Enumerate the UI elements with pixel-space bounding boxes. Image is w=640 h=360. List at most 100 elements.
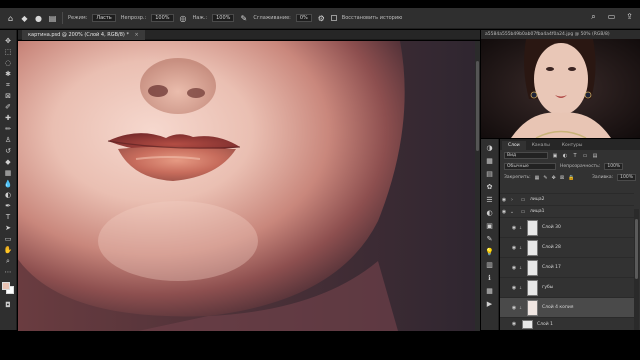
type-tool-icon[interactable]: T — [3, 212, 14, 223]
layer-group[interactable]: ◉ ⌄ ▭ лица1 — [500, 205, 634, 217]
layer-row-selected[interactable]: ◉ ↓ Слой 4 копия — [500, 297, 634, 317]
scrollbar-thumb[interactable] — [635, 219, 638, 279]
document-tab[interactable]: картина.psd @ 200% (Слой 4, RGB/8) * × — [22, 30, 145, 40]
libraries-panel-icon[interactable]: ▣ — [485, 221, 495, 231]
layer-filter-select[interactable]: Вид — [504, 152, 548, 159]
filter-smart-icon[interactable]: ▤ — [592, 153, 598, 159]
eraser-tool-icon[interactable]: ◆ — [3, 157, 14, 168]
brush-tool-icon[interactable]: ✏ — [3, 124, 14, 135]
close-icon[interactable]: × — [135, 32, 139, 38]
quick-select-tool-icon[interactable]: ✱ — [3, 69, 14, 80]
marquee-tool-icon[interactable]: ⬚ — [3, 47, 14, 58]
clip-icon: ↓ — [518, 285, 523, 290]
layer-row[interactable]: ◉ Слой 1 — [500, 317, 634, 330]
eyedropper-tool-icon[interactable]: ✐ — [3, 102, 14, 113]
eye-icon[interactable]: ◉ — [510, 305, 518, 311]
layer-row[interactable]: ◉ ↓ Слой 17 — [500, 257, 634, 277]
gear-icon[interactable]: ⚙ — [317, 14, 326, 23]
healing-tool-icon[interactable]: ✚ — [3, 113, 14, 124]
filter-shape-icon[interactable]: ▭ — [582, 153, 588, 159]
tab-layers[interactable]: Слои — [502, 141, 526, 150]
lock-pixels-icon[interactable]: ▦ — [535, 175, 540, 181]
eye-icon[interactable]: ◉ — [510, 245, 518, 251]
lasso-tool-icon[interactable]: ◌ — [3, 58, 14, 69]
share-icon[interactable]: ⇪ — [625, 12, 634, 21]
actions-panel-icon[interactable]: ▶ — [485, 299, 495, 309]
lightbulb-icon[interactable]: 💡 — [485, 247, 495, 257]
workspace-icon[interactable]: ▭ — [607, 12, 616, 21]
opacity-field[interactable]: 100% — [151, 14, 174, 22]
eye-icon[interactable]: ◉ — [510, 285, 518, 291]
restore-history-checkbox[interactable] — [330, 15, 337, 21]
blur-tool-icon[interactable]: 💧 — [3, 179, 14, 190]
zoom-tool-icon[interactable]: ⌕ — [3, 256, 14, 267]
home-icon[interactable]: ⌂ — [6, 14, 15, 23]
eye-icon[interactable]: ◉ — [510, 265, 518, 271]
foreground-color[interactable] — [2, 282, 10, 290]
color-panel-icon[interactable]: ◑ — [485, 143, 495, 153]
move-tool-icon[interactable]: ✥ — [3, 36, 14, 47]
lock-paint-icon[interactable]: ✎ — [543, 175, 547, 181]
more-tools-icon[interactable]: ⋯ — [3, 267, 14, 278]
path-select-tool-icon[interactable]: ➤ — [3, 223, 14, 234]
eye-icon[interactable]: ◉ — [500, 197, 508, 203]
blend-mode-select[interactable]: Обычные — [504, 163, 556, 170]
pressure-opacity-icon[interactable]: ◎ — [179, 14, 188, 23]
brush-panel-icon[interactable]: ✎ — [485, 234, 495, 244]
color-swatches[interactable] — [2, 282, 14, 294]
airbrush-icon[interactable]: ✎ — [239, 14, 248, 23]
eye-icon[interactable]: ◉ — [510, 321, 518, 327]
layer-opacity-field[interactable]: 100% — [604, 163, 624, 170]
frame-tool-icon[interactable]: ⊠ — [3, 91, 14, 102]
chevron-right-icon[interactable]: › — [508, 197, 516, 203]
eye-icon[interactable]: ◉ — [500, 209, 508, 215]
canvas-vertical-scrollbar[interactable] — [475, 41, 480, 331]
hand-tool-icon[interactable]: ✋ — [3, 245, 14, 256]
properties-panel-icon[interactable]: ☰ — [485, 195, 495, 205]
filter-pixel-icon[interactable]: ▣ — [552, 153, 558, 159]
eraser-tool-icon[interactable]: ◆ — [20, 14, 29, 23]
panel-icon-strip: ◑ ▦ ▤ ✿ ☰ ◐ ▣ ✎ 💡 ▥ ℹ ▦ ▶ — [481, 139, 499, 330]
lock-artboard-icon[interactable]: ⊠ — [560, 175, 564, 181]
swatches-panel-icon[interactable]: ▦ — [485, 156, 495, 166]
history-brush-tool-icon[interactable]: ↺ — [3, 146, 14, 157]
layer-name: Слой 17 — [542, 265, 561, 270]
grid-panel-icon[interactable]: ▦ — [485, 286, 495, 296]
shape-tool-icon[interactable]: ▭ — [3, 234, 14, 245]
gradient-panel-icon[interactable]: ▤ — [485, 169, 495, 179]
patterns-panel-icon[interactable]: ✿ — [485, 182, 495, 192]
flow-field[interactable]: 100% — [212, 14, 235, 22]
document-canvas[interactable] — [18, 41, 475, 331]
filter-adjust-icon[interactable]: ◐ — [562, 153, 568, 159]
search-icon[interactable]: ⌕ — [589, 12, 598, 21]
gradient-tool-icon[interactable]: ▦ — [3, 168, 14, 179]
eye-icon[interactable]: ◉ — [510, 225, 518, 231]
dodge-tool-icon[interactable]: ◐ — [3, 190, 14, 201]
layers-scrollbar[interactable] — [634, 209, 639, 330]
quick-mask-icon[interactable]: ◘ — [3, 300, 14, 311]
layer-row[interactable]: ◉ ↓ Слой 30 — [500, 217, 634, 237]
layer-filter-row: Вид ▣ ◐ T ▭ ▤ — [500, 150, 640, 161]
lock-all-icon[interactable]: 🔒 — [568, 175, 574, 181]
layer-row[interactable]: ◉ ↓ Слой 28 — [500, 237, 634, 257]
pen-tool-icon[interactable]: ✒ — [3, 201, 14, 212]
mode-select[interactable]: Ласть — [92, 14, 116, 22]
smoothing-field[interactable]: 0% — [295, 14, 312, 22]
layer-name: Слой 1 — [537, 321, 553, 327]
layer-row[interactable]: ◉ ↓ губы — [500, 277, 634, 297]
filter-type-icon[interactable]: T — [572, 153, 578, 159]
crop-tool-icon[interactable]: ⌗ — [3, 80, 14, 91]
tab-paths[interactable]: Контуры — [556, 141, 589, 150]
scrollbar-thumb[interactable] — [476, 61, 479, 151]
fill-field[interactable]: 100% — [617, 174, 637, 181]
adjustments-panel-icon[interactable]: ◐ — [485, 208, 495, 218]
chevron-down-icon[interactable]: ⌄ — [508, 209, 516, 215]
stamp-tool-icon[interactable]: ♙ — [3, 135, 14, 146]
brush-preset-icon[interactable]: ● — [34, 14, 43, 23]
info-panel-icon[interactable]: ℹ — [485, 273, 495, 283]
layer-group[interactable]: ◉ › ▭ лица2 — [500, 193, 634, 205]
brush-settings-icon[interactable]: ▤ — [48, 14, 57, 23]
lock-move-icon[interactable]: ✥ — [552, 175, 556, 181]
histogram-icon[interactable]: ▥ — [485, 260, 495, 270]
tab-channels[interactable]: Каналы — [526, 141, 556, 150]
